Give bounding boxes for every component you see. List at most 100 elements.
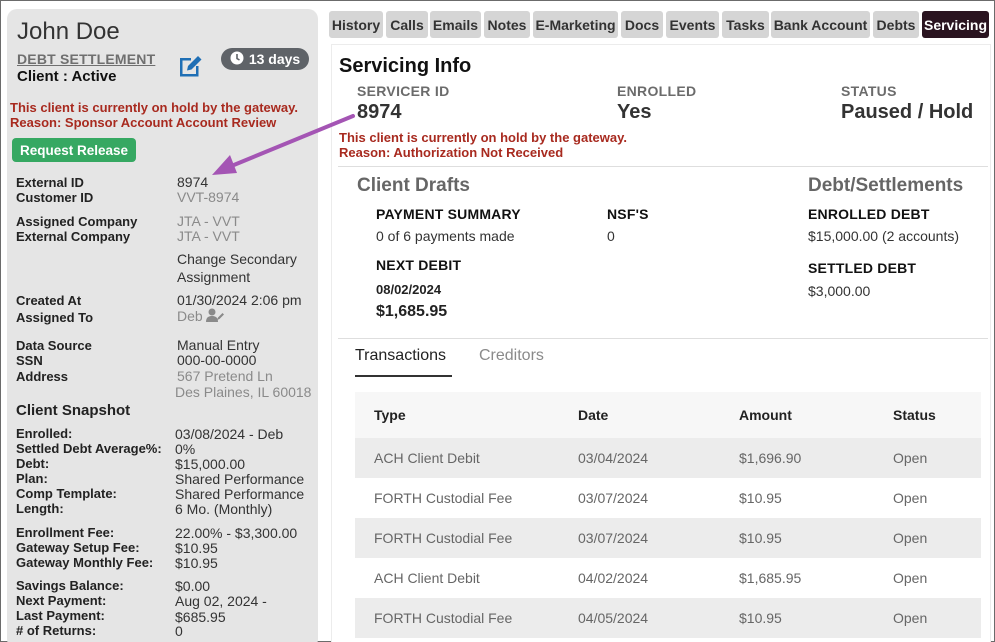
request-release-button[interactable]: Request Release: [12, 138, 137, 162]
ssn-value: 000-00-0000: [177, 352, 257, 368]
table-row[interactable]: FORTH Custodial Fee 03/07/2024 $10.95 Op…: [355, 518, 981, 558]
table-row[interactable]: ACH Client Debit 03/04/2024 $1,696.90 Op…: [355, 438, 981, 478]
tab-history[interactable]: History: [329, 11, 383, 38]
settled-debt-value: $3,000.00: [808, 283, 871, 299]
snapshot-label: Debt:: [16, 456, 50, 471]
snapshot-value: $10.95: [175, 555, 218, 571]
snapshot-value: $10.95: [175, 540, 218, 556]
assigned-company-value: JTA - VVT: [177, 213, 240, 229]
program-link[interactable]: DEBT SETTLEMENT: [17, 51, 155, 67]
detail-label: SSN: [16, 353, 43, 368]
cell-amount: $10.95: [739, 518, 893, 558]
cell-status: Open: [893, 558, 981, 598]
detail-label: Data Source: [16, 338, 92, 353]
external-company-value: JTA - VVT: [177, 228, 240, 244]
days-on-hold-badge: 13 days: [221, 48, 309, 70]
divider: [338, 166, 988, 167]
table-row[interactable]: ACH Client Debit 04/02/2024 $1,685.95 Op…: [355, 558, 981, 598]
snapshot-label: Next Payment:: [16, 593, 107, 608]
table-row[interactable]: FORTH Custodial Fee 04/05/2024 $10.95 Op…: [355, 598, 981, 638]
active-tab-underline: [355, 375, 452, 377]
servicing-hold-message: This client is currently on hold by the …: [339, 130, 627, 160]
cell-type: ACH Client Debit: [355, 438, 578, 478]
enrolled-label: ENROLLED: [617, 83, 697, 99]
snapshot-value: Shared Performance: [175, 471, 305, 487]
detail-label: External Company: [16, 229, 131, 244]
detail-label: Assigned Company: [16, 214, 138, 229]
cell-amount: $1,685.95: [739, 558, 893, 598]
column-header-type[interactable]: Type: [355, 392, 578, 438]
column-header-status[interactable]: Status: [893, 392, 981, 438]
tab-emails[interactable]: Emails: [430, 11, 481, 38]
payment-summary-label: PAYMENT SUMMARY: [376, 206, 521, 222]
change-secondary-assignment-link[interactable]: Change Secondary Assignment: [177, 251, 297, 285]
snapshot-value: 0: [175, 623, 183, 639]
servicer-id-label: SERVICER ID: [357, 83, 450, 99]
snapshot-value: Shared Performance: [175, 486, 305, 502]
snapshot-label: Savings Balance:: [16, 578, 124, 593]
gateway-hold-message: This client is currently on hold by the …: [10, 100, 298, 130]
cell-amount: $1,696.90: [739, 438, 893, 478]
tab-e-marketing[interactable]: E-Marketing: [533, 11, 618, 38]
cell-status: Open: [893, 438, 981, 478]
snapshot-value: 03/08/2024 - Deb: [175, 426, 284, 442]
tab-transactions[interactable]: Transactions: [355, 347, 446, 365]
next-debit-amount: $1,685.95: [376, 303, 448, 320]
cell-status: Open: [893, 518, 981, 558]
snapshot-label: Plan:: [16, 471, 48, 486]
enrolled-debt-value: $15,000.00 (2 accounts): [808, 228, 959, 244]
snapshot-value: $0.00: [175, 578, 211, 594]
cell-status: Open: [893, 598, 981, 638]
tab-calls[interactable]: Calls: [386, 11, 428, 38]
snapshot-label: Length:: [16, 501, 64, 516]
detail-label: Assigned To: [16, 310, 94, 325]
enrolled-value: Yes: [617, 101, 652, 123]
customer-id-value: VVT-8974: [177, 189, 240, 205]
snapshot-value: 0%: [175, 441, 196, 457]
column-header-date[interactable]: Date: [578, 392, 739, 438]
cell-type: ACH Client Debit: [355, 558, 578, 598]
snapshot-label: # of Returns:: [16, 623, 97, 638]
snapshot-label: Last Payment:: [16, 608, 105, 623]
tab-servicing[interactable]: Servicing: [922, 11, 989, 38]
clock-icon: [230, 51, 244, 68]
next-debit-date: 08/02/2024: [376, 282, 442, 297]
tab-debts[interactable]: Debts: [873, 11, 919, 38]
snapshot-label: Gateway Monthly Fee:: [16, 555, 154, 570]
servicing-panel: Servicing Info SERVICER ID 8974 ENROLLED…: [331, 44, 991, 642]
address-line2-value: Des Plaines, IL 60018: [175, 384, 312, 400]
table-header-row: Type Date Amount Status: [355, 392, 981, 438]
snapshot-label: Enrolled:: [16, 426, 73, 441]
client-status: Client : Active: [17, 68, 117, 85]
created-at-value: 01/30/2024 2:06 pm: [177, 292, 302, 308]
detail-label: Created At: [16, 293, 82, 308]
divider: [338, 338, 988, 339]
column-header-amount[interactable]: Amount: [739, 392, 893, 438]
client-drafts-title: Client Drafts: [357, 175, 470, 196]
debt-settlements-title: Debt/Settlements: [808, 175, 964, 196]
tab-creditors[interactable]: Creditors: [479, 347, 544, 365]
cell-date: 03/07/2024: [578, 518, 739, 558]
tab-tasks[interactable]: Tasks: [722, 11, 769, 38]
detail-label: External ID: [16, 175, 84, 190]
snapshot-value: Aug 02, 2024 - $685.95: [175, 593, 267, 625]
cell-status: Open: [893, 478, 981, 518]
table-row[interactable]: FORTH Custodial Fee 03/07/2024 $10.95 Op…: [355, 478, 981, 518]
snapshot-value: 6 Mo. (Monthly): [175, 501, 273, 517]
external-id-value: 8974: [177, 174, 209, 190]
tab-docs[interactable]: Docs: [621, 11, 663, 38]
data-source-value: Manual Entry: [177, 337, 260, 353]
snapshot-label: Comp Template:: [16, 486, 117, 501]
client-name: John Doe: [17, 18, 120, 45]
tab-notes[interactable]: Notes: [484, 11, 530, 38]
tab-events[interactable]: Events: [666, 11, 719, 38]
cell-type: FORTH Custodial Fee: [355, 478, 578, 518]
nsf-value: 0: [607, 228, 615, 244]
payment-summary-value: 0 of 6 payments made: [376, 228, 515, 244]
edit-icon[interactable]: [177, 53, 205, 79]
settled-debt-label: SETTLED DEBT: [808, 260, 917, 276]
user-edit-icon[interactable]: [205, 308, 225, 326]
tab-bank-account[interactable]: Bank Account: [771, 11, 870, 38]
assigned-to-value: Deb: [177, 308, 225, 326]
cell-date: 04/02/2024: [578, 558, 739, 598]
